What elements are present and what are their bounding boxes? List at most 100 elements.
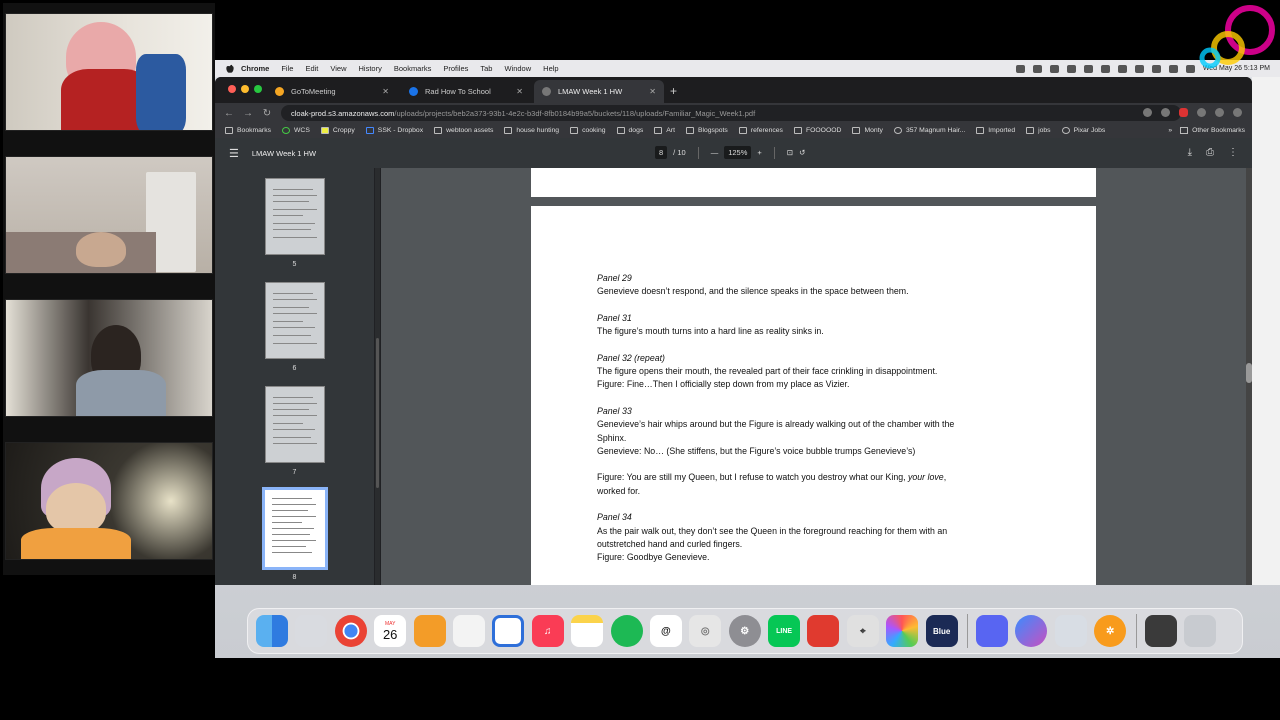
menu-window[interactable]: Window — [504, 64, 531, 73]
textedit-icon[interactable] — [452, 615, 485, 647]
discord-icon[interactable] — [976, 615, 1009, 647]
acrobat-icon[interactable] — [807, 615, 840, 647]
bookmark-item[interactable]: Bookmarks — [225, 127, 271, 134]
menu-help[interactable]: Help — [543, 64, 558, 73]
preview-icon[interactable] — [1054, 615, 1087, 647]
messenger-icon[interactable] — [1015, 615, 1048, 647]
threads-icon[interactable]: @ — [649, 615, 682, 647]
zoom-in-icon[interactable]: + — [757, 148, 761, 157]
participant-tile[interactable] — [5, 299, 213, 417]
thumbnail-scrollbar[interactable] — [375, 168, 380, 585]
close-window-icon[interactable] — [228, 85, 236, 93]
page-input[interactable]: 8 — [655, 146, 668, 159]
pdf-viewer[interactable]: Panel 29 Genevieve doesn’t respond, and … — [381, 168, 1251, 585]
adblock-icon[interactable] — [1179, 108, 1188, 117]
page-thumbnail[interactable] — [265, 178, 325, 255]
extensions-icon[interactable] — [1197, 108, 1206, 117]
tab-gotomeeting[interactable]: GoToMeeting ✕ — [267, 80, 397, 103]
kebab-menu-icon[interactable] — [1233, 108, 1242, 117]
bookmark-item[interactable]: dogs — [616, 127, 643, 134]
close-tab-icon[interactable]: ✕ — [649, 87, 656, 96]
gmail-icon[interactable] — [1049, 64, 1059, 73]
bookmark-item[interactable]: Pixar Jobs — [1061, 127, 1105, 134]
music-icon[interactable]: ♫ — [531, 615, 564, 647]
bookmark-item[interactable]: house hunting — [504, 127, 559, 134]
finder-icon[interactable] — [256, 615, 288, 647]
close-tab-icon[interactable]: ✕ — [382, 87, 389, 96]
swirl-icon[interactable]: ◎ — [689, 615, 722, 647]
notes-icon[interactable] — [571, 615, 604, 647]
bluetooth-icon[interactable] — [1100, 64, 1110, 73]
apple-icon[interactable] — [225, 64, 235, 74]
participant-tile[interactable] — [5, 442, 213, 560]
screen-icon[interactable] — [1032, 64, 1042, 73]
user-icon[interactable] — [1151, 64, 1161, 73]
bookmark-item[interactable]: 357 Magnum Hair... — [893, 127, 965, 134]
zoom-window-icon[interactable] — [254, 85, 262, 93]
blue-icon[interactable]: Blue — [925, 615, 958, 647]
tab-lmaw-week-1-hw[interactable]: LMAW Week 1 HW ✕ — [534, 80, 664, 103]
fit-page-icon[interactable]: ⊡ — [787, 148, 793, 157]
bookmark-item[interactable]: Croppy — [320, 127, 355, 134]
volume-icon[interactable] — [1117, 64, 1127, 73]
wifi-icon[interactable] — [1134, 64, 1144, 73]
menu-profiles[interactable]: Profiles — [443, 64, 468, 73]
page-thumbnail-selected[interactable] — [262, 487, 328, 570]
sunflower-icon[interactable]: ✲ — [1094, 615, 1127, 647]
clipstudio-icon[interactable] — [492, 615, 525, 647]
menu-chrome[interactable]: Chrome — [241, 64, 269, 73]
trash-icon[interactable] — [1183, 615, 1216, 647]
bookmark-item[interactable]: Blogspots — [685, 127, 728, 134]
menu-tab[interactable]: Tab — [480, 64, 492, 73]
bookmark-item[interactable]: WCS — [282, 127, 310, 134]
menu-file[interactable]: File — [281, 64, 293, 73]
line-icon[interactable]: LINE — [768, 615, 801, 647]
zoom-out-icon[interactable]: — — [711, 148, 719, 157]
address-bar[interactable]: cloak-prod.s3.amazonaws.com/uploads/proj… — [281, 105, 1181, 121]
calendar-icon[interactable]: MAY 26 — [374, 615, 407, 647]
clock-icon[interactable] — [1083, 64, 1093, 73]
participant-tile[interactable] — [5, 156, 213, 274]
screenshot-icon[interactable]: ⌖ — [846, 615, 879, 647]
search-icon[interactable] — [1168, 64, 1178, 73]
download-icon[interactable]: ⤓ — [1188, 147, 1192, 158]
menu-icon[interactable]: ☰ — [229, 147, 239, 160]
downloads-stack-icon[interactable] — [1144, 615, 1177, 647]
menu-bookmarks[interactable]: Bookmarks — [394, 64, 432, 73]
bookmark-item[interactable]: webtoon assets — [434, 127, 493, 134]
launchpad-icon[interactable] — [295, 615, 328, 647]
close-tab-icon[interactable]: ✕ — [516, 87, 523, 96]
chevron-right-icon[interactable]: » — [1168, 127, 1172, 134]
settings-icon[interactable]: ⚙ — [728, 615, 761, 647]
bookmark-item[interactable]: cooking — [570, 127, 606, 134]
bookmark-item[interactable]: Imported — [976, 127, 1015, 134]
bookmark-item[interactable]: SSK - Dropbox — [365, 127, 423, 134]
chrome-icon[interactable] — [334, 615, 367, 647]
minimize-window-icon[interactable] — [241, 85, 249, 93]
zoom-icon[interactable] — [1143, 108, 1152, 117]
forward-icon[interactable]: → — [243, 108, 253, 119]
bookmark-item[interactable]: Monty — [852, 127, 883, 134]
menu-view[interactable]: View — [330, 64, 346, 73]
more-icon[interactable]: ⋮ — [1228, 147, 1238, 158]
menu-history[interactable]: History — [359, 64, 382, 73]
rotate-icon[interactable]: ↺ — [799, 148, 805, 157]
star-icon[interactable] — [1161, 108, 1170, 117]
back-icon[interactable]: ← — [224, 108, 234, 119]
participant-tile[interactable] — [5, 13, 213, 131]
zoom-input[interactable]: 125% — [724, 146, 752, 159]
bookmark-item[interactable]: references — [738, 127, 783, 134]
profile-avatar[interactable] — [1215, 108, 1224, 117]
bookmark-item[interactable]: jobs — [1026, 127, 1051, 134]
tab-rad-how-to-school[interactable]: Rad How To School ✕ — [401, 80, 531, 103]
photos-icon[interactable] — [886, 615, 919, 647]
dropbox-icon[interactable] — [1015, 64, 1025, 73]
bookmark-item[interactable]: FOOOOOD — [793, 127, 841, 134]
other-bookmarks[interactable]: » Other Bookmarks — [1168, 123, 1245, 138]
page-thumbnail[interactable] — [265, 282, 325, 359]
menu-edit[interactable]: Edit — [305, 64, 318, 73]
books-icon[interactable] — [413, 615, 446, 647]
spotify-icon[interactable] — [610, 615, 643, 647]
page-thumbnail[interactable] — [265, 386, 325, 463]
print-icon[interactable]: ⎙ — [1206, 147, 1214, 158]
